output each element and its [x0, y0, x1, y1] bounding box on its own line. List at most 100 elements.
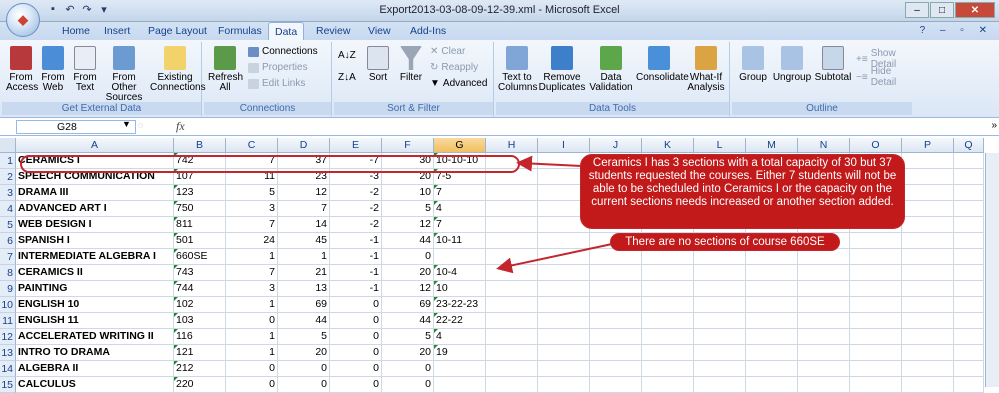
cell-f6[interactable]: 44 [382, 233, 434, 249]
row-header[interactable]: 11 [0, 313, 16, 329]
cell-f3[interactable]: 10 [382, 185, 434, 201]
cell-j8[interactable] [590, 265, 642, 281]
cell-c6[interactable]: 24 [226, 233, 278, 249]
cell-f10[interactable]: 69 [382, 297, 434, 313]
cell-h12[interactable] [486, 329, 538, 345]
tab-data[interactable]: Data [268, 22, 305, 41]
cell-l13[interactable] [694, 345, 746, 361]
cell-d13[interactable]: 20 [278, 345, 330, 361]
cell-e13[interactable]: 0 [330, 345, 382, 361]
close-button[interactable]: ✕ [955, 2, 995, 18]
cell-b13[interactable]: 121 [174, 345, 226, 361]
cell-k13[interactable] [642, 345, 694, 361]
cell-q9[interactable] [954, 281, 984, 297]
cell-j9[interactable] [590, 281, 642, 297]
filter-button[interactable]: Filter [396, 46, 426, 83]
cell-f11[interactable]: 44 [382, 313, 434, 329]
cell-i6[interactable] [538, 233, 590, 249]
tab-insert[interactable]: Insert [104, 25, 130, 37]
cell-q4[interactable] [954, 201, 984, 217]
cell-e9[interactable]: -1 [330, 281, 382, 297]
cell-g15[interactable] [434, 377, 486, 393]
cell-k14[interactable] [642, 361, 694, 377]
tab-page-layout[interactable]: Page Layout [148, 25, 207, 37]
cell-q11[interactable] [954, 313, 984, 329]
cell-h10[interactable] [486, 297, 538, 313]
column-header-p[interactable]: P [902, 138, 954, 153]
cell-b5[interactable]: 811 [174, 217, 226, 233]
row-header[interactable]: 3 [0, 185, 16, 201]
cell-g8[interactable]: 10-4 [434, 265, 486, 281]
cell-b3[interactable]: 123 [174, 185, 226, 201]
group-button[interactable]: Group [736, 46, 770, 83]
cell-p2[interactable] [902, 169, 954, 185]
cell-k10[interactable] [642, 297, 694, 313]
cell-a7[interactable]: INTERMEDIATE ALGEBRA I [16, 249, 174, 265]
cell-q1[interactable] [954, 153, 984, 169]
advanced-filter-button[interactable]: ▼ Advanced [430, 78, 487, 89]
remove-duplicates-button[interactable]: Remove Duplicates [538, 46, 586, 93]
cell-e14[interactable]: 0 [330, 361, 382, 377]
cell-l15[interactable] [694, 377, 746, 393]
row-header[interactable]: 1 [0, 153, 16, 169]
column-header-j[interactable]: J [590, 138, 642, 153]
sort-button[interactable]: Sort [364, 46, 392, 83]
row-header[interactable]: 9 [0, 281, 16, 297]
cell-e12[interactable]: 0 [330, 329, 382, 345]
cell-c13[interactable]: 1 [226, 345, 278, 361]
refresh-all-button[interactable]: Refresh All [208, 46, 243, 93]
cell-f13[interactable]: 20 [382, 345, 434, 361]
from-access-button[interactable]: From Access [6, 46, 38, 93]
cell-j14[interactable] [590, 361, 642, 377]
cell-i15[interactable] [538, 377, 590, 393]
existing-connections-button[interactable]: Existing Connections [150, 46, 206, 93]
cell-m11[interactable] [746, 313, 798, 329]
cell-c14[interactable]: 0 [226, 361, 278, 377]
cell-q6[interactable] [954, 233, 984, 249]
cell-q2[interactable] [954, 169, 984, 185]
cell-n7[interactable] [798, 249, 850, 265]
row-header[interactable]: 15 [0, 377, 16, 393]
cell-b11[interactable]: 103 [174, 313, 226, 329]
cell-e3[interactable]: -2 [330, 185, 382, 201]
cell-n11[interactable] [798, 313, 850, 329]
cell-e6[interactable]: -1 [330, 233, 382, 249]
cell-b15[interactable]: 220 [174, 377, 226, 393]
column-header-k[interactable]: K [642, 138, 694, 153]
cell-p9[interactable] [902, 281, 954, 297]
cell-f4[interactable]: 5 [382, 201, 434, 217]
cell-m13[interactable] [746, 345, 798, 361]
cell-p10[interactable] [902, 297, 954, 313]
cell-e15[interactable]: 0 [330, 377, 382, 393]
cell-g4[interactable]: 4 [434, 201, 486, 217]
cell-f5[interactable]: 12 [382, 217, 434, 233]
cell-e4[interactable]: -2 [330, 201, 382, 217]
consolidate-button[interactable]: Consolidate [636, 46, 689, 83]
tab-add-ins[interactable]: Add-Ins [410, 25, 446, 37]
cell-h7[interactable] [486, 249, 538, 265]
cell-p14[interactable] [902, 361, 954, 377]
cell-n10[interactable] [798, 297, 850, 313]
cell-h14[interactable] [486, 361, 538, 377]
cell-h13[interactable] [486, 345, 538, 361]
cell-g10[interactable]: 23-22-23 [434, 297, 486, 313]
column-header-m[interactable]: M [746, 138, 798, 153]
row-header[interactable]: 5 [0, 217, 16, 233]
cell-n12[interactable] [798, 329, 850, 345]
cell-h11[interactable] [486, 313, 538, 329]
cell-b10[interactable]: 102 [174, 297, 226, 313]
sort-descending-button[interactable]: Z↓A [338, 72, 356, 83]
column-header-d[interactable]: D [278, 138, 330, 153]
cell-d11[interactable]: 44 [278, 313, 330, 329]
row-header[interactable]: 14 [0, 361, 16, 377]
cell-o15[interactable] [850, 377, 902, 393]
cell-l10[interactable] [694, 297, 746, 313]
cell-e5[interactable]: -2 [330, 217, 382, 233]
cell-q7[interactable] [954, 249, 984, 265]
cell-j12[interactable] [590, 329, 642, 345]
cell-m7[interactable] [746, 249, 798, 265]
cell-l8[interactable] [694, 265, 746, 281]
tab-home[interactable]: Home [62, 25, 90, 37]
tab-review[interactable]: Review [316, 25, 350, 37]
cell-c7[interactable]: 1 [226, 249, 278, 265]
